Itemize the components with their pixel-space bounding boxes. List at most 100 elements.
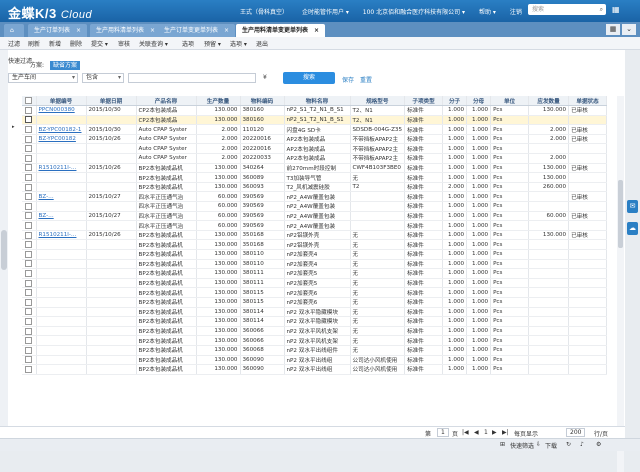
last-page-icon[interactable]: ▶| xyxy=(502,429,509,436)
refresh-button[interactable]: 刷新 xyxy=(28,39,40,48)
top-menu-logout[interactable]: 注销 xyxy=(510,9,522,16)
sound-icon[interactable]: ♪ xyxy=(580,441,584,448)
row-checkbox[interactable] xyxy=(22,364,37,375)
row-checkbox[interactable] xyxy=(22,297,37,308)
col-material-name[interactable]: 物料名称 xyxy=(284,96,351,107)
row-checkbox[interactable] xyxy=(22,134,37,145)
scheme-default[interactable]: 缺省方案 xyxy=(50,61,81,70)
col-spec[interactable]: 规格型号 xyxy=(350,96,406,107)
global-search-input[interactable]: 搜索 ⌕ xyxy=(528,4,606,15)
table-row[interactable]: BZ-YPC00182-1 2015/10/30 Auto CPAP Syster 2… xyxy=(22,124,608,135)
table-row[interactable]: BP2本包装成品机 130.000 380115 nP2加套壳6 无标准件 1.000 1.… xyxy=(22,297,608,308)
cell-bill-no[interactable]: BZ-YPC00182 xyxy=(36,134,87,145)
row-checkbox[interactable] xyxy=(22,220,37,231)
cell-bill-no[interactable]: BZ-YPC00182-1 xyxy=(36,124,87,135)
submit-button[interactable]: 提交 ▾ xyxy=(91,39,108,48)
audit-button[interactable]: 审核 xyxy=(118,39,130,48)
col-production-qty[interactable]: 生产数量 xyxy=(196,96,241,107)
cell-bill-no[interactable]: BZ-… xyxy=(36,211,87,222)
col-material-code[interactable]: 物料编码 xyxy=(240,96,285,107)
tab-order-change[interactable]: 生产订单变更单列表 × xyxy=(158,24,236,37)
table-row[interactable]: BP2本包装成品机 130.000 360068 nP2 双水平出线组件无标准件 1.0… xyxy=(22,345,608,356)
filter-value-input[interactable] xyxy=(128,73,256,83)
top-menu-user[interactable]: 王式（骨科真空） xyxy=(240,9,288,16)
table-row[interactable]: R1510211l-… 2015/10/26 BP2本包装成品机 130.000 350… xyxy=(22,230,608,241)
row-checkbox[interactable] xyxy=(22,249,37,260)
left-scroll-handle[interactable] xyxy=(1,230,7,270)
page-input[interactable]: 1 xyxy=(437,428,449,437)
per-page-select[interactable]: 200 xyxy=(566,428,586,437)
close-icon[interactable]: × xyxy=(76,27,81,34)
cell-bill-no[interactable]: R1510211l-… xyxy=(36,230,87,241)
table-row[interactable]: 四水平正压通气治 60.000 390569 nP2_A4W覆盖包装 标准件 1.000 1… xyxy=(22,220,608,231)
message-icon[interactable]: ✉ xyxy=(627,200,638,213)
cloud-icon[interactable]: ☁ xyxy=(627,222,638,235)
col-status[interactable]: 单据状态 xyxy=(568,96,608,107)
search-button[interactable]: 搜索 xyxy=(283,72,335,84)
tab-material-change[interactable]: 生产用料清单变更单列表 × xyxy=(236,24,326,37)
row-checkbox[interactable] xyxy=(22,345,37,356)
table-row[interactable]: BZ-YPC00182 2015/10/26 Auto CPAP Syster 2.0… xyxy=(22,134,608,145)
table-row[interactable]: BP2本包装成品机 130.000 380110 nP2加套壳4 无标准件 1.000 1.… xyxy=(22,259,608,270)
cell-bill-no[interactable]: R1510211l-… xyxy=(36,163,87,174)
prev-page-icon[interactable]: ◀ xyxy=(474,429,479,436)
col-unit[interactable]: 单位 xyxy=(490,96,530,107)
row-checkbox[interactable] xyxy=(22,326,37,337)
table-row[interactable]: Auto CPAP Syster 2.000 20220016 AP2本包装成品 不带挡… xyxy=(22,143,608,155)
table-row[interactable]: BP2本包装成品机 130.000 350168 nP2铝镁外壳无标准件 1.000 1.… xyxy=(22,239,608,250)
new-button[interactable]: 新增 xyxy=(49,39,61,48)
filter-op-select[interactable]: 包含 ▾ xyxy=(82,73,124,83)
top-menu-org[interactable]: 100 北京佰和融合医疗科技有限公司 ▾ xyxy=(363,9,465,16)
row-checkbox[interactable] xyxy=(22,230,37,241)
col-product-name[interactable]: 产品名称 xyxy=(136,96,197,107)
home-tab[interactable]: ⌂ xyxy=(4,24,24,37)
row-checkbox[interactable] xyxy=(22,143,37,155)
options-menu-button[interactable]: 选项 ▾ xyxy=(230,39,247,48)
table-row[interactable]: BP2本包装成品机 130.000 360066 nP2 双水平风机支架无标准件 1.0… xyxy=(22,335,608,346)
close-icon[interactable]: × xyxy=(224,27,229,34)
table-row[interactable]: BP2本包装成品机 130.000 380111 nP2加套壳5 无标准件 1.000 1.… xyxy=(22,268,608,279)
close-icon[interactable]: × xyxy=(314,27,319,34)
search-icon[interactable]: ⌕ xyxy=(600,4,603,15)
row-checkbox[interactable] xyxy=(22,124,37,135)
settings-icon[interactable]: ⚙ xyxy=(596,441,601,448)
exit-button[interactable]: 退出 xyxy=(256,39,268,48)
table-row[interactable]: BP2本包装成品机 130.000 360066 nP2 双水平风机支架无标准件 1.0… xyxy=(22,326,608,337)
table-row[interactable]: CP2本包装成品 130.000 380160 nP2_S1_T2_N1_B_S1 T2… xyxy=(22,115,608,126)
tab-production-order[interactable]: 生产订单列表 × xyxy=(28,24,88,37)
table-row[interactable]: BP2本包装成品机 130.000 360090 nP2 双水平出线组 公司达小风机使用… xyxy=(22,364,608,375)
cell-bill-no[interactable]: PPCN000380 xyxy=(36,105,87,116)
scroll-thumb[interactable] xyxy=(618,180,623,248)
expand-icon[interactable]: ¥ xyxy=(263,74,267,81)
top-menu-help[interactable]: 帮助 ▾ xyxy=(479,9,496,16)
options-button[interactable]: 选项 xyxy=(182,39,194,48)
reset-link[interactable]: 重置 xyxy=(360,75,372,84)
filter-icon[interactable]: ⊞ xyxy=(500,441,505,448)
row-checkbox[interactable] xyxy=(22,115,37,126)
col-denominator[interactable]: 分母 xyxy=(466,96,492,107)
apps-icon[interactable]: ▦ xyxy=(606,24,620,35)
quick-filter-link[interactable]: 快速筛选 xyxy=(510,441,534,450)
table-row[interactable]: R1510211l-… 2015/10/26 BP2本包装成品机 130.000 340… xyxy=(22,163,608,174)
row-checkbox[interactable] xyxy=(22,105,37,116)
row-checkbox[interactable] xyxy=(22,259,37,270)
row-checkbox[interactable] xyxy=(22,239,37,250)
table-row[interactable]: BZ-… 2015/10/27 四水平正压通气治 60.000 390569 nP2_A4… xyxy=(22,211,608,222)
reserve-button[interactable]: 预留 ▾ xyxy=(204,39,221,48)
table-row[interactable]: BP2本包装成品机 130.000 380114 nP2 双水平隐藏模块无标准件 1.0… xyxy=(22,307,608,318)
table-row[interactable]: BP2本包装成品机 130.000 360090 nP2 双水平出线组 公司达小风机使用… xyxy=(22,355,608,366)
row-checkbox[interactable] xyxy=(22,316,37,327)
col-bill-date[interactable]: 单据日期 xyxy=(86,96,137,107)
row-checkbox[interactable] xyxy=(22,278,37,289)
filter-button[interactable]: 过滤 xyxy=(8,39,20,48)
table-row[interactable]: BP2本包装成品机 130.000 380114 nP2 双水平隐藏模块无标准件 1.0… xyxy=(22,316,608,327)
table-row[interactable]: BP2本包装成品机 130.000 360093 T2_风机减震硅胶 T2 标准件 2.00… xyxy=(22,182,608,193)
download-icon[interactable]: ⇩ xyxy=(536,441,541,448)
col-issue-qty[interactable]: 应发数量 xyxy=(528,96,570,107)
table-row[interactable]: PPCN000380 2015/10/30 CP2本包装成品 130.000 38016… xyxy=(22,105,608,116)
row-checkbox[interactable] xyxy=(22,153,37,164)
vertical-scrollbar[interactable] xyxy=(617,96,624,472)
tab-material-list[interactable]: 生产用料清单列表 × xyxy=(90,24,162,37)
close-icon[interactable]: × xyxy=(150,27,155,34)
row-checkbox[interactable] xyxy=(22,163,37,174)
